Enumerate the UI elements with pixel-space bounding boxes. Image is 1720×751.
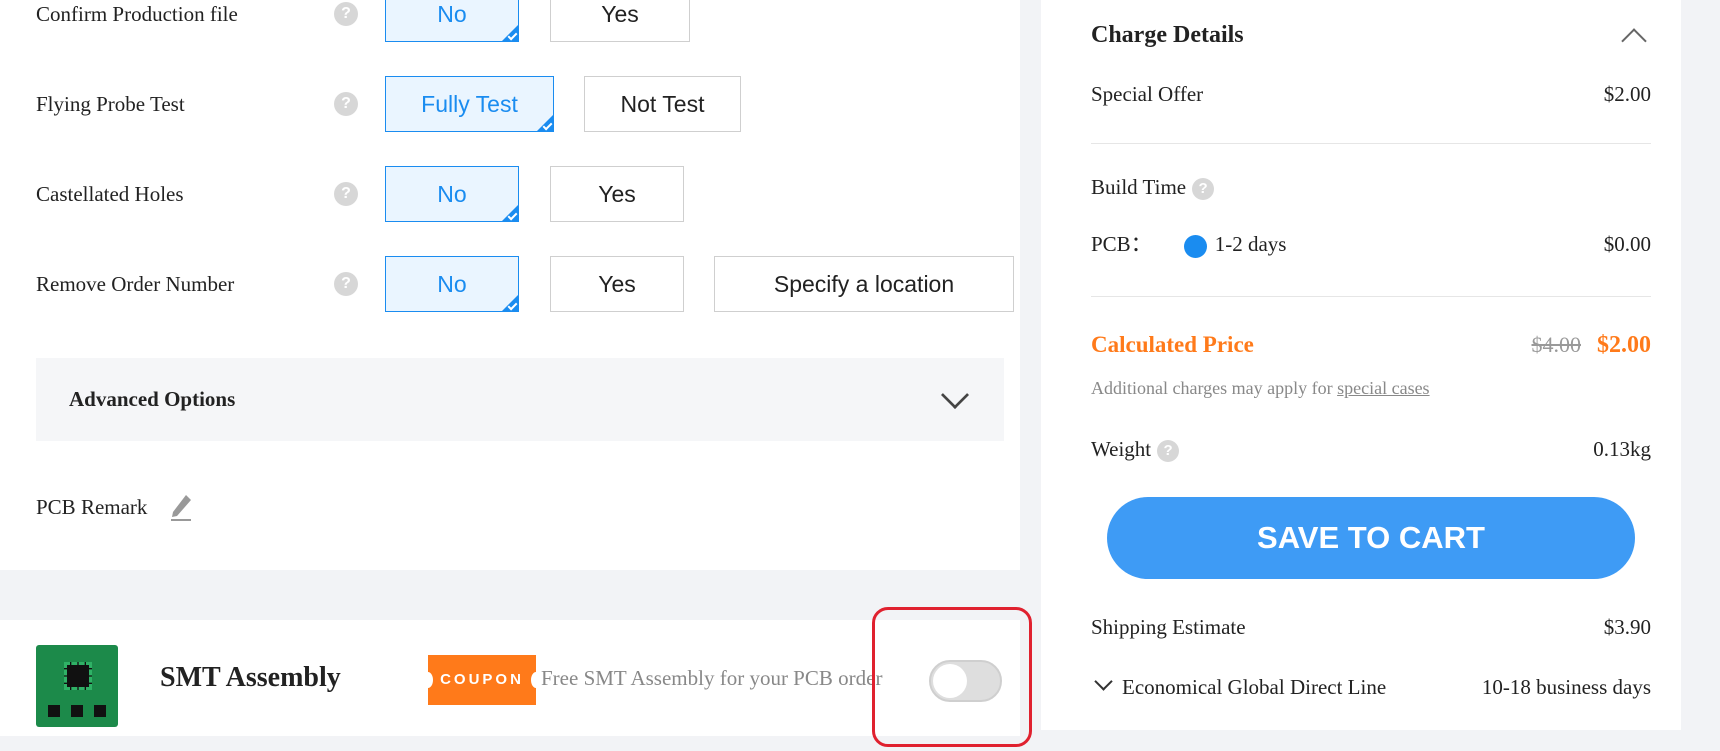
confirm-production-no-button[interactable]: No xyxy=(385,0,519,42)
shipping-estimate-row: Shipping Estimate $3.90 xyxy=(1091,610,1651,644)
check-icon xyxy=(507,210,518,221)
charge-details-header[interactable]: Charge Details xyxy=(1091,18,1651,54)
special-offer-row: Special Offer $2.00 xyxy=(1091,77,1651,111)
radio-selected-icon[interactable] xyxy=(1183,234,1207,258)
divider xyxy=(1091,143,1651,144)
not-test-button[interactable]: Not Test xyxy=(584,76,741,132)
weight-label: Weight xyxy=(1091,437,1152,461)
check-icon xyxy=(507,30,518,41)
pcb-options-panel: Confirm Production file ? No Yes Flying … xyxy=(0,0,1020,570)
coupon-badge: COUPON xyxy=(423,655,541,705)
highlight-annotation xyxy=(872,607,1032,747)
chevron-down-icon xyxy=(940,380,970,410)
check-icon xyxy=(542,120,553,131)
castellated-holes-row: Castellated Holes ? No Yes xyxy=(0,166,1020,222)
build-time-label: Build Time xyxy=(1091,175,1187,199)
divider xyxy=(1091,296,1651,297)
smt-promo-text: Free SMT Assembly for your PCB order xyxy=(541,666,883,690)
save-to-cart-button[interactable]: SAVE TO CART xyxy=(1107,497,1635,579)
pencil-icon[interactable] xyxy=(170,493,192,523)
remove-order-number-label: Remove Order Number xyxy=(36,272,235,296)
shipping-days-value: 10-18 business days xyxy=(1481,675,1651,699)
flying-probe-test-label: Flying Probe Test xyxy=(36,92,185,116)
shipping-method-row[interactable]: Economical Global Direct Line 10-18 busi… xyxy=(1091,670,1651,704)
remove-order-yes-button[interactable]: Yes xyxy=(550,256,684,312)
flying-probe-test-row: Flying Probe Test ? Fully Test Not Test xyxy=(0,76,1020,132)
smt-chip-icon xyxy=(36,645,118,727)
calculated-price-row: Calculated Price $4.00 $2.00 xyxy=(1091,328,1651,362)
help-icon[interactable]: ? xyxy=(334,2,358,26)
specify-location-button[interactable]: Specify a location xyxy=(714,256,1014,312)
shipping-method-label: Economical Global Direct Line xyxy=(1122,675,1387,699)
pcb-build-row: PCB： 1-2 days $0.00 xyxy=(1091,227,1651,261)
smt-assembly-bar: SMT Assembly COUPON Free SMT Assembly fo… xyxy=(0,620,1020,736)
calculated-price-label: Calculated Price xyxy=(1091,332,1254,357)
help-icon[interactable]: ? xyxy=(334,92,358,116)
remove-order-number-row: Remove Order Number ? No Yes Specify a l… xyxy=(0,256,1020,312)
check-icon xyxy=(507,300,518,311)
confirm-production-yes-button[interactable]: Yes xyxy=(550,0,690,42)
chevron-up-icon[interactable] xyxy=(1621,28,1647,54)
shipping-estimate-label: Shipping Estimate xyxy=(1091,615,1246,639)
charge-details-title: Charge Details xyxy=(1091,22,1244,48)
confirm-production-file-row: Confirm Production file ? No Yes xyxy=(0,0,1020,42)
weight-value: 0.13kg xyxy=(1593,437,1651,461)
confirm-production-file-label: Confirm Production file xyxy=(36,2,238,26)
castellated-holes-label: Castellated Holes xyxy=(36,182,184,206)
help-icon[interactable]: ? xyxy=(1192,178,1215,201)
pcb-label: PCB： xyxy=(1091,232,1152,256)
castellated-no-button[interactable]: No xyxy=(385,166,519,222)
special-cases-link[interactable]: special cases xyxy=(1337,378,1429,398)
additional-charges-note: Additional charges may apply for special… xyxy=(1091,378,1430,398)
pcb-remark-label: PCB Remark xyxy=(36,495,148,519)
chevron-down-icon[interactable] xyxy=(1094,672,1113,691)
old-price: $4.00 xyxy=(1531,332,1582,357)
pcb-option-label[interactable]: 1-2 days xyxy=(1215,232,1287,256)
pcb-value: $0.00 xyxy=(1603,232,1651,256)
advanced-options-title: Advanced Options xyxy=(69,387,236,411)
help-icon[interactable]: ? xyxy=(334,182,358,206)
fully-test-button[interactable]: Fully Test xyxy=(385,76,554,132)
remove-order-no-button[interactable]: No xyxy=(385,256,519,312)
charge-details-panel: Charge Details Special Offer $2.00 Build… xyxy=(1041,0,1681,730)
help-icon[interactable]: ? xyxy=(1157,440,1180,463)
help-icon[interactable]: ? xyxy=(334,272,358,296)
smt-assembly-title: SMT Assembly xyxy=(160,662,341,693)
castellated-yes-button[interactable]: Yes xyxy=(550,166,684,222)
advanced-options-toggle[interactable]: Advanced Options xyxy=(36,358,1004,441)
special-offer-value: $2.00 xyxy=(1603,82,1651,106)
build-time-row: Build Time? xyxy=(1091,170,1651,204)
weight-row: Weight? 0.13kg xyxy=(1091,432,1651,466)
new-price: $2.00 xyxy=(1597,332,1651,358)
shipping-estimate-value: $3.90 xyxy=(1603,615,1651,639)
special-offer-label: Special Offer xyxy=(1091,82,1204,106)
